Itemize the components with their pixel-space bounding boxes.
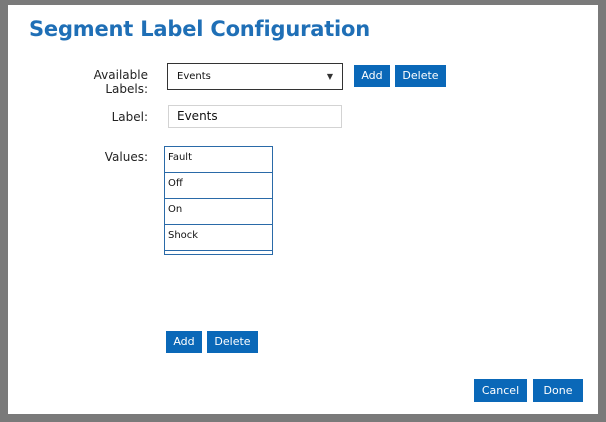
- available-labels-select[interactable]: Events ▼: [167, 63, 343, 90]
- values-list-item[interactable]: On: [165, 199, 272, 225]
- delete-label-button[interactable]: Delete: [395, 65, 446, 87]
- label-input[interactable]: Events: [168, 105, 342, 128]
- delete-value-button[interactable]: Delete: [207, 331, 258, 353]
- done-button[interactable]: Done: [533, 379, 583, 402]
- add-value-button[interactable]: Add: [166, 331, 202, 353]
- values-label: Values:: [104, 150, 148, 164]
- add-label-button[interactable]: Add: [354, 65, 390, 87]
- label-field-label: Label:: [111, 110, 148, 124]
- triangle-down-icon: ▼: [326, 72, 333, 81]
- segment-label-dialog: Segment Label Configuration Available La…: [8, 5, 598, 414]
- cancel-button[interactable]: Cancel: [474, 379, 527, 402]
- values-list-item[interactable]: Shock: [165, 225, 272, 251]
- available-labels-selected-value: Events: [177, 71, 211, 82]
- values-list-item[interactable]: Fault: [165, 147, 272, 173]
- available-labels-label: Available Labels:: [93, 68, 148, 96]
- dialog-title: Segment Label Configuration: [29, 17, 371, 41]
- values-list-item[interactable]: Off: [165, 173, 272, 199]
- values-list[interactable]: Fault Off On Shock: [164, 146, 273, 255]
